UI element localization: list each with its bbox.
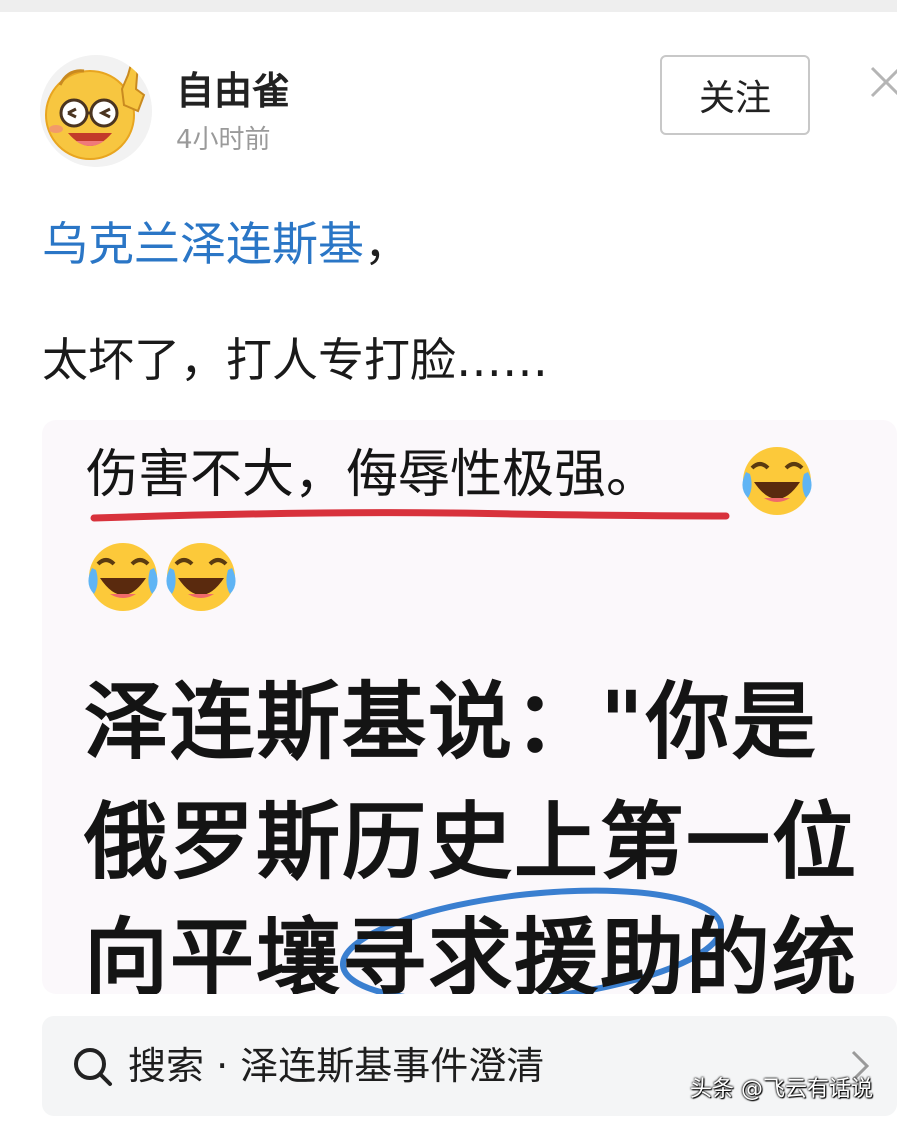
laughing-crying-emoji-icon <box>742 447 812 515</box>
close-icon[interactable] <box>868 64 897 100</box>
follow-button[interactable]: 关注 <box>660 55 810 135</box>
post-time: 4小时前 <box>176 125 271 155</box>
post-topic-line: 乌克兰泽连斯基， <box>42 214 410 274</box>
laughing-crying-emoji-icon <box>88 543 158 611</box>
author-name[interactable]: 自由雀 <box>176 66 290 116</box>
top-strip <box>0 0 897 12</box>
meme-big-line-3: 向平壤寻求援助的统 <box>84 909 859 994</box>
laughing-crying-emoji-icon <box>166 543 236 611</box>
topic-suffix: ， <box>364 217 410 271</box>
topic-link[interactable]: 乌克兰泽连斯基 <box>42 217 364 271</box>
search-icon <box>74 1048 112 1086</box>
related-search-label: 搜索 · 泽连斯基事件澄清 <box>128 1044 545 1088</box>
meme-big-line-1: 泽连斯基说："你是 <box>84 673 818 771</box>
avatar-cartoon-icon <box>40 55 152 167</box>
avatar[interactable] <box>40 55 152 167</box>
meme-image[interactable]: 伤害不大，侮辱性极强。 泽连斯基说："你是 俄罗斯历史上第一位 向平壤寻求援助的… <box>42 420 897 994</box>
watermark: 头条 @飞云有话说 <box>690 1077 873 1102</box>
meme-big-line-2: 俄罗斯历史上第一位 <box>84 793 859 891</box>
meme-caption: 伤害不大，侮辱性极强。 <box>86 445 659 505</box>
post-body-text: 太坏了，打人专打脸…… <box>42 333 548 387</box>
